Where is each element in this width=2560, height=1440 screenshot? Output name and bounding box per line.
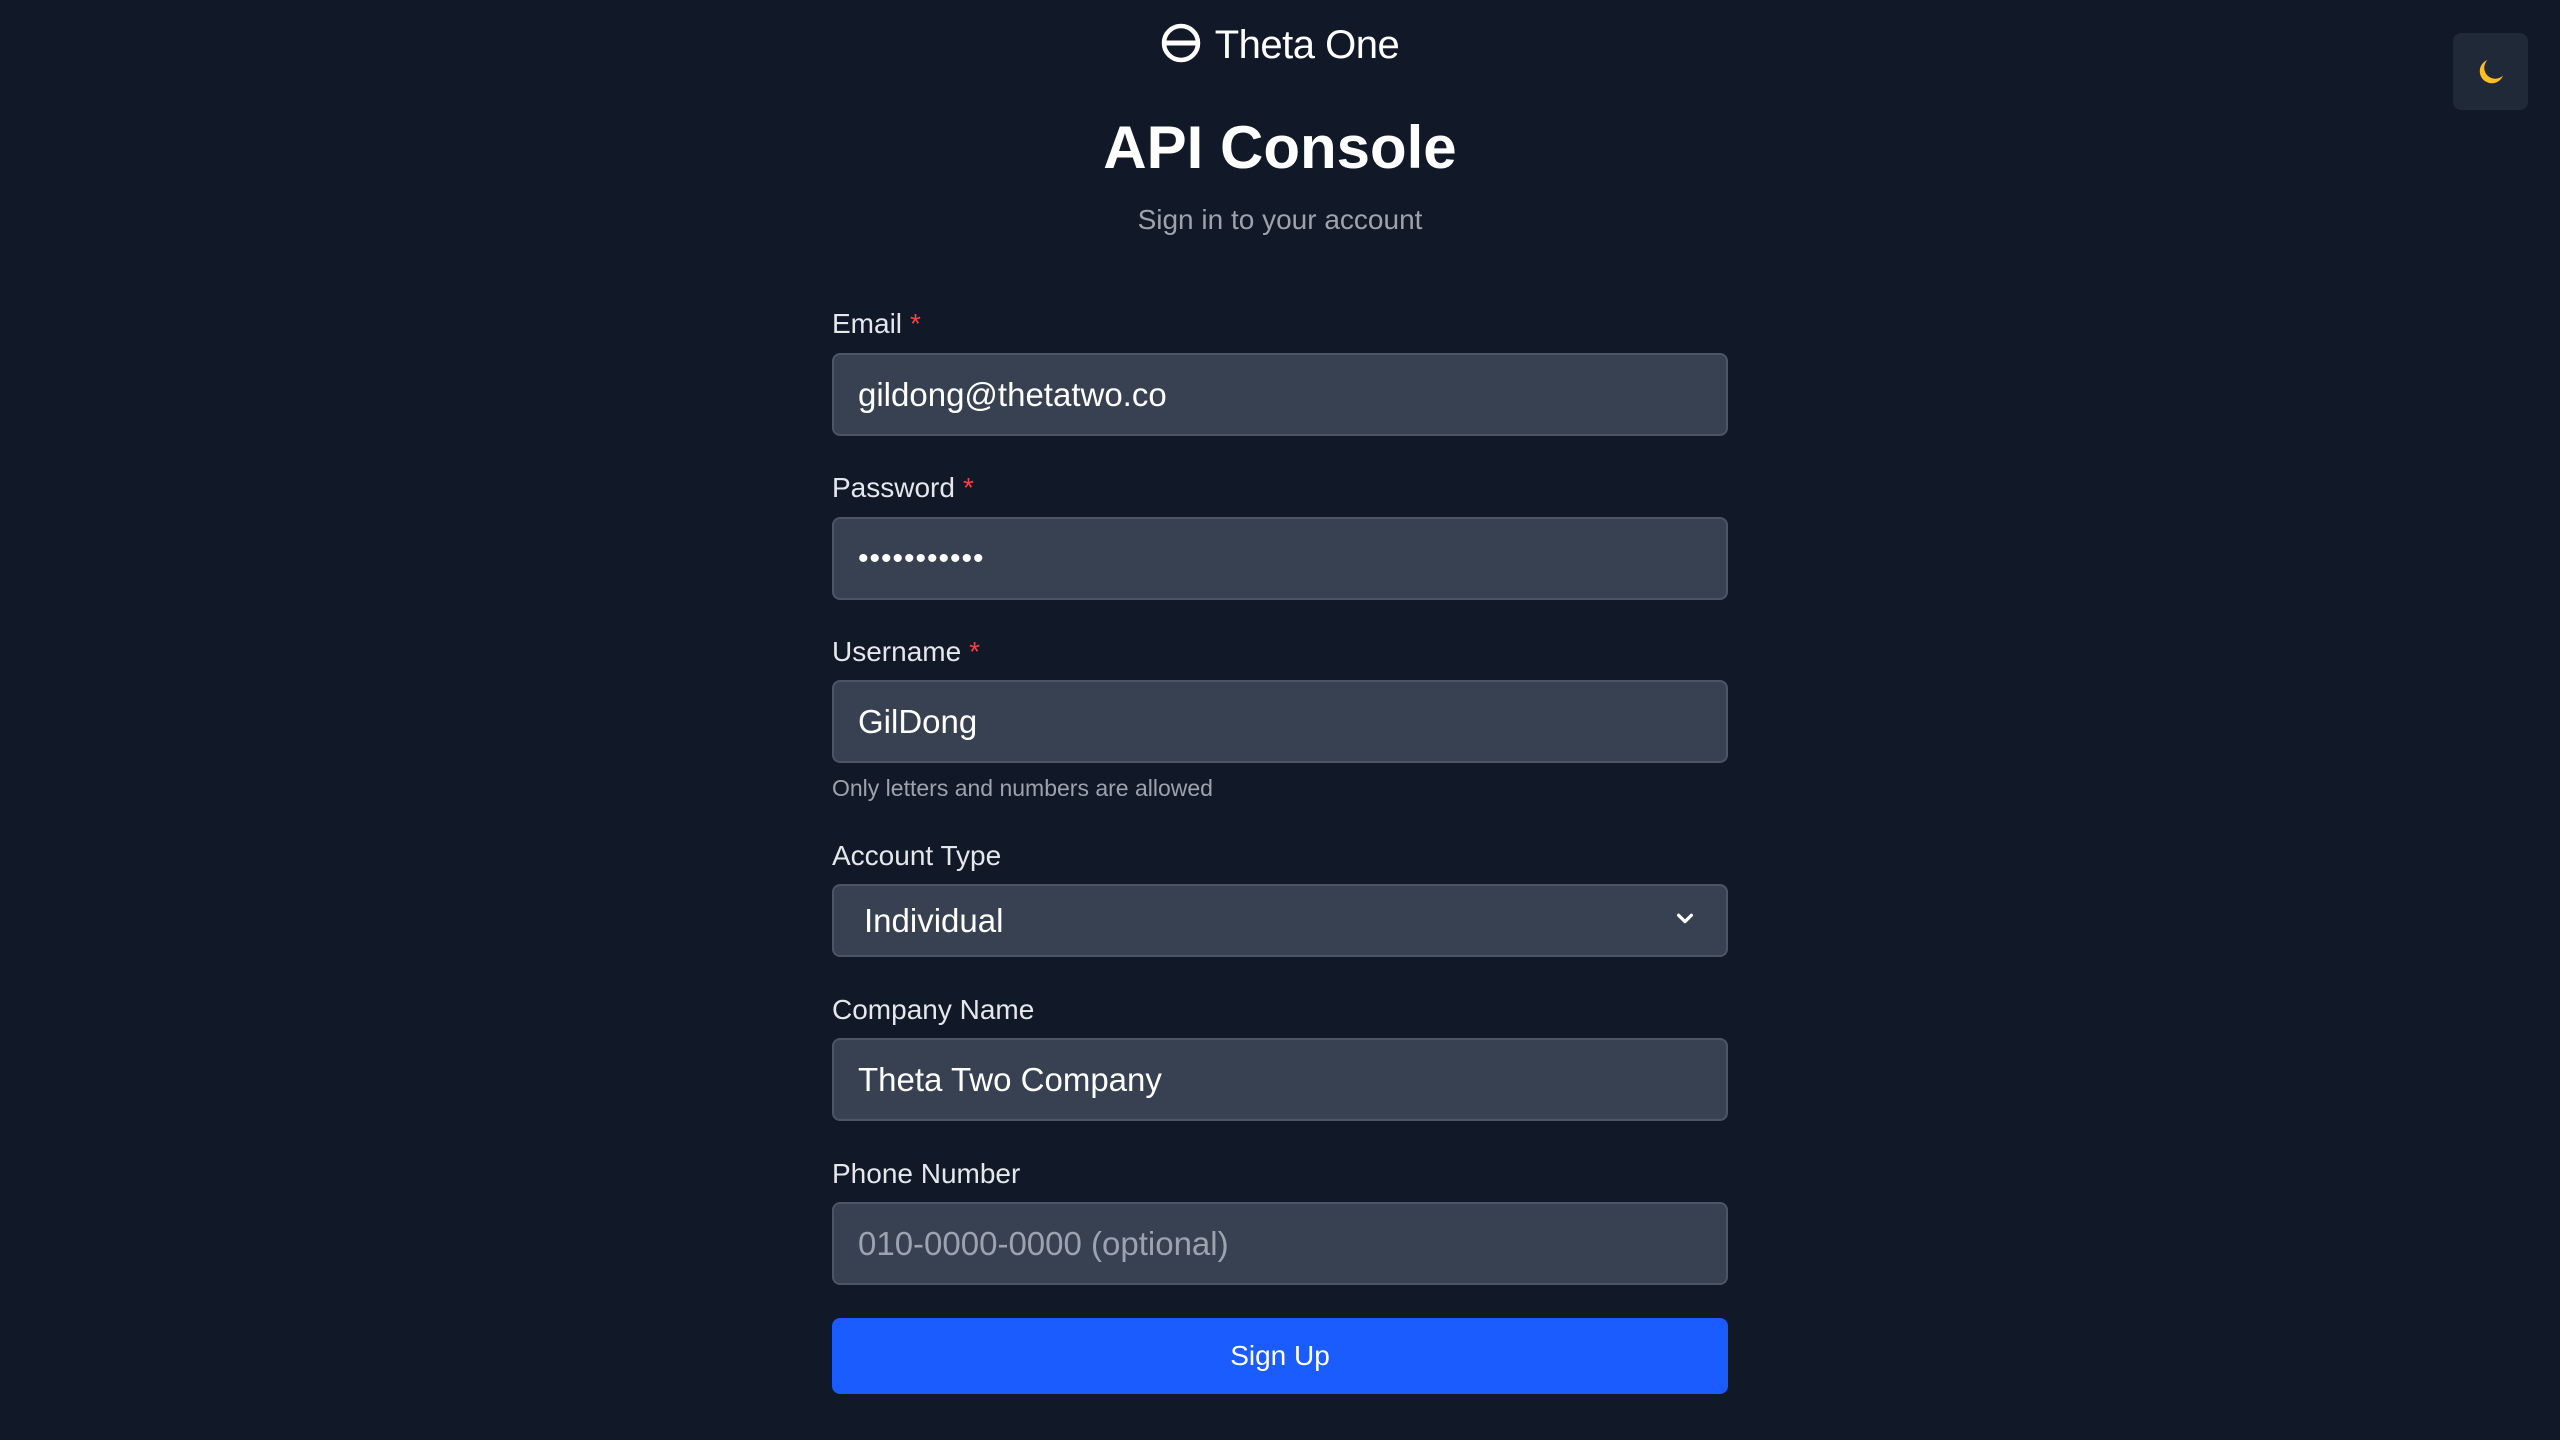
brand-name: Theta One bbox=[1214, 22, 1400, 67]
signup-page: Theta One API Console Sign in to your ac… bbox=[0, 0, 2560, 1440]
page-title: API Console bbox=[1103, 114, 1457, 181]
required-asterisk: * bbox=[910, 308, 921, 339]
account-type-label: Account Type bbox=[832, 840, 1002, 871]
chevron-down-icon bbox=[1674, 907, 1696, 934]
page-subtitle: Sign in to your account bbox=[1137, 204, 1423, 235]
password-label-text: Password bbox=[832, 472, 955, 503]
account-type-value: Individual bbox=[864, 901, 1004, 939]
username-hint: Only letters and numbers are allowed bbox=[832, 775, 1213, 801]
brand: Theta One bbox=[0, 18, 2560, 72]
password-field[interactable] bbox=[832, 517, 1728, 600]
username-field[interactable] bbox=[832, 680, 1728, 763]
company-name-label: Company Name bbox=[832, 994, 1035, 1025]
phone-number-label: Phone Number bbox=[832, 1158, 1021, 1189]
account-type-select[interactable]: Individual bbox=[832, 884, 1728, 957]
email-field[interactable] bbox=[832, 353, 1728, 436]
required-asterisk: * bbox=[969, 636, 981, 667]
username-label-text: Username bbox=[832, 636, 962, 667]
phone-number-field[interactable] bbox=[832, 1202, 1728, 1285]
password-label: Password * bbox=[832, 470, 974, 506]
username-label: Username * bbox=[832, 634, 980, 670]
email-label-text: Email bbox=[832, 308, 903, 339]
required-asterisk: * bbox=[962, 472, 974, 503]
company-name-field[interactable] bbox=[832, 1038, 1728, 1121]
email-label: Email * bbox=[832, 306, 921, 342]
theta-logo-icon bbox=[1161, 23, 1201, 68]
sign-up-button[interactable]: Sign Up bbox=[832, 1318, 1728, 1394]
